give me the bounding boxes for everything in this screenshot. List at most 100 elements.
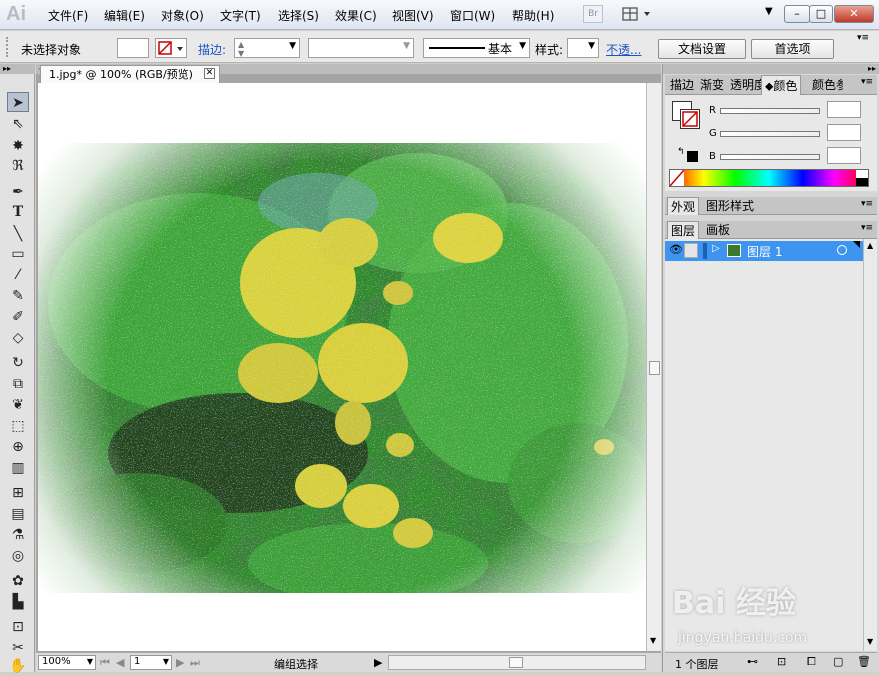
- menu-object[interactable]: 对象(O): [161, 7, 204, 24]
- zoom-field[interactable]: 100% ▼: [38, 655, 96, 670]
- grip-handle[interactable]: [6, 37, 10, 57]
- opacity-link[interactable]: 不透...: [606, 41, 641, 58]
- channel-r-slider[interactable]: [720, 108, 820, 114]
- stepper-icon[interactable]: ▲ ▼: [238, 40, 244, 58]
- direct-selection-tool-icon[interactable]: ⇖: [7, 114, 29, 134]
- stroke-weight-field[interactable]: ▲ ▼ ▼: [234, 38, 300, 58]
- panel-menu-icon[interactable]: ▾≡: [861, 223, 873, 233]
- layer-name[interactable]: 图层 1: [747, 243, 782, 260]
- placed-image[interactable]: [38, 83, 646, 651]
- last-color-swatch[interactable]: [687, 151, 698, 162]
- gradient-tool-icon[interactable]: ▤: [7, 504, 29, 524]
- white-swatch[interactable]: [856, 170, 868, 178]
- hand-tool-icon[interactable]: ✋: [7, 656, 29, 676]
- scroll-thumb[interactable]: [649, 361, 660, 375]
- channel-b-slider[interactable]: [720, 154, 820, 160]
- clipping-mask-icon[interactable]: ⊡: [777, 655, 786, 668]
- locate-object-icon[interactable]: ⊷: [747, 655, 758, 668]
- previous-artboard-icon[interactable]: ◀: [116, 656, 124, 669]
- tab-color-guide[interactable]: 颜色参考: [809, 75, 843, 95]
- first-artboard-icon[interactable]: ⏮: [100, 656, 110, 670]
- layer-row[interactable]: 👁 ▷ 图层 1: [665, 241, 863, 261]
- menu-view[interactable]: 视图(V): [392, 7, 434, 24]
- black-swatch[interactable]: [856, 178, 868, 186]
- chevron-down-icon[interactable]: ▼: [403, 41, 410, 51]
- tab-layers[interactable]: 图层: [667, 221, 700, 239]
- chevron-down-icon[interactable]: ▼: [588, 41, 595, 51]
- close-tab-icon[interactable]: ✕: [204, 68, 215, 79]
- horizontal-scrollbar[interactable]: [388, 655, 646, 670]
- type-tool-icon[interactable]: T: [7, 202, 29, 222]
- chevron-down-icon[interactable]: ▼: [765, 6, 773, 17]
- stroke-swatch[interactable]: [155, 38, 187, 58]
- artboard-number-field[interactable]: 1 ▼: [130, 655, 172, 670]
- eye-icon[interactable]: 👁: [669, 243, 683, 256]
- target-icon[interactable]: [837, 245, 847, 255]
- scroll-thumb[interactable]: [509, 657, 523, 668]
- tab-transparency[interactable]: 透明度: [727, 75, 761, 95]
- lock-toggle[interactable]: [684, 243, 698, 258]
- eraser-icon[interactable]: ◇: [7, 328, 29, 348]
- close-button[interactable]: ✕: [834, 5, 874, 23]
- magic-wand-icon[interactable]: ✸: [7, 136, 29, 156]
- next-artboard-icon[interactable]: ▶: [176, 656, 184, 669]
- workspace-switcher[interactable]: [621, 5, 655, 23]
- graphic-style-picker[interactable]: ▼: [567, 38, 599, 58]
- free-transform-icon[interactable]: ⬚: [7, 416, 29, 436]
- trash-icon[interactable]: 🗑: [857, 655, 871, 668]
- symbol-sprayer-icon[interactable]: ✿: [7, 571, 29, 591]
- tab-stroke[interactable]: 描边: [667, 75, 697, 95]
- perspective-grid-icon[interactable]: ▥: [7, 458, 29, 478]
- new-layer-icon[interactable]: ▢: [833, 655, 843, 668]
- chevron-down-icon[interactable]: ▼: [87, 657, 93, 666]
- menu-window[interactable]: 窗口(W): [450, 7, 495, 24]
- menu-type[interactable]: 文字(T): [220, 7, 261, 24]
- scroll-down-icon[interactable]: ▼: [650, 636, 656, 645]
- none-swatch[interactable]: [669, 169, 685, 187]
- eyedropper-icon[interactable]: ⚗: [7, 525, 29, 545]
- menu-file[interactable]: 文件(F): [48, 7, 88, 24]
- stroke-label[interactable]: 描边:: [198, 41, 226, 58]
- vertical-scrollbar[interactable]: ▼: [646, 83, 661, 651]
- channel-g-slider[interactable]: [720, 131, 820, 137]
- document-tab[interactable]: 1.jpg* @ 100% (RGB/预览) ✕: [40, 65, 220, 83]
- slice-tool-icon[interactable]: ✂: [7, 638, 29, 658]
- brush-definition[interactable]: 基本 ▼: [423, 38, 530, 58]
- collapse-icon[interactable]: ▸▸: [663, 64, 879, 74]
- panel-menu-icon[interactable]: ▾≡: [861, 77, 873, 87]
- new-sublayer-icon[interactable]: ⧠: [807, 655, 816, 669]
- chevron-down-icon[interactable]: ▼: [519, 41, 526, 51]
- out-of-gamut-icon[interactable]: ↰: [677, 147, 685, 157]
- blend-tool-icon[interactable]: ◎: [7, 546, 29, 566]
- maximize-button[interactable]: □: [809, 5, 833, 23]
- chevron-down-icon[interactable]: ▼: [289, 41, 296, 51]
- artboard-canvas[interactable]: [38, 83, 646, 651]
- mesh-tool-icon[interactable]: ⊞: [7, 483, 29, 503]
- document-setup-button[interactable]: 文档设置: [658, 39, 746, 59]
- panel-menu-icon[interactable]: ▾≡: [857, 33, 869, 43]
- fill-swatch[interactable]: [117, 38, 149, 58]
- menu-effect[interactable]: 效果(C): [335, 7, 377, 24]
- warp-tool-icon[interactable]: ❦: [7, 395, 29, 415]
- channel-r-value[interactable]: [827, 101, 861, 118]
- menu-select[interactable]: 选择(S): [278, 7, 319, 24]
- tab-color[interactable]: ⬥颜色: [761, 75, 802, 95]
- tab-gradient[interactable]: 渐变: [697, 75, 727, 95]
- scale-tool-icon[interactable]: ⧉: [7, 374, 29, 394]
- tab-appearance[interactable]: 外观: [667, 197, 700, 215]
- shape-builder-icon[interactable]: ⊕: [7, 437, 29, 457]
- column-graph-icon[interactable]: ▙: [7, 592, 29, 612]
- minimize-button[interactable]: –: [784, 5, 810, 23]
- preferences-button[interactable]: 首选项: [751, 39, 834, 59]
- scroll-down-icon[interactable]: ▼: [867, 637, 873, 646]
- status-menu-icon[interactable]: ▶: [374, 656, 382, 669]
- panel-menu-icon[interactable]: ▾≡: [861, 199, 873, 209]
- pencil-icon[interactable]: ✎: [7, 286, 29, 306]
- collapse-icon[interactable]: ▸▸: [0, 64, 35, 74]
- lasso-icon[interactable]: ℜ: [7, 156, 29, 176]
- stroke-color-swatch[interactable]: [680, 109, 700, 129]
- tab-artboards[interactable]: 画板: [703, 221, 733, 239]
- chevron-down-icon[interactable]: ▼: [163, 657, 169, 666]
- tab-graphic-styles[interactable]: 图形样式: [703, 197, 757, 215]
- variable-width-profile[interactable]: ▼: [308, 38, 414, 58]
